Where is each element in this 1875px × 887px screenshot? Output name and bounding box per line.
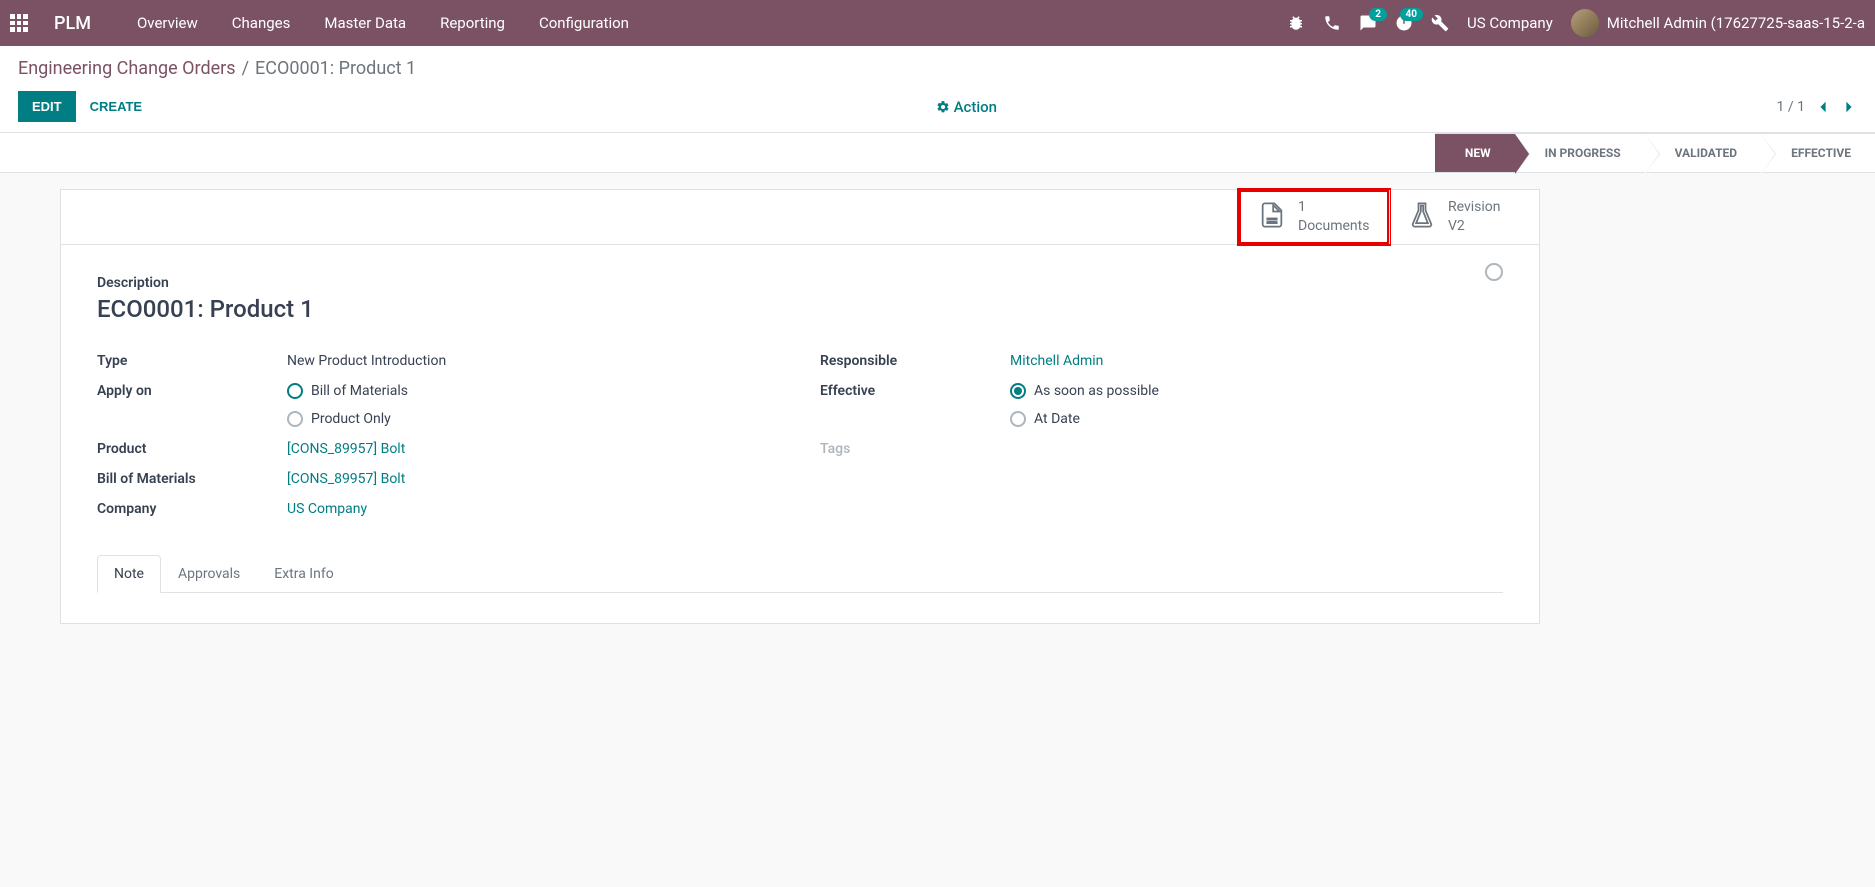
user-name: Mitchell Admin (17627725-saas-15-2-a <box>1607 14 1865 32</box>
edit-button[interactable]: EDIT <box>18 91 76 122</box>
document-icon <box>1258 201 1286 233</box>
revision-button[interactable]: Revision V2 <box>1389 190 1539 244</box>
product-value[interactable]: [CONS_89957] Bolt <box>287 441 780 457</box>
apply-on-product[interactable]: Product Only <box>287 411 780 427</box>
apps-icon[interactable] <box>10 14 28 32</box>
user-menu[interactable]: Mitchell Admin (17627725-saas-15-2-a <box>1571 9 1865 37</box>
radio-icon <box>1010 383 1026 399</box>
pager-text: 1 / 1 <box>1777 99 1805 115</box>
breadcrumb: Engineering Change Orders / ECO0001: Pro… <box>0 46 1875 87</box>
type-label: Type <box>97 353 287 369</box>
avatar <box>1571 9 1599 37</box>
stage-in-progress[interactable]: IN PROGRESS <box>1515 133 1645 172</box>
main-navbar: PLM Overview Changes Master Data Reporti… <box>0 0 1875 46</box>
apply-on-label: Apply on <box>97 383 287 399</box>
effective-asap[interactable]: As soon as possible <box>1010 383 1503 399</box>
activities-icon[interactable]: 40 <box>1395 14 1413 32</box>
effective-label: Effective <box>820 383 1010 399</box>
flask-icon <box>1408 201 1436 233</box>
bom-value[interactable]: [CONS_89957] Bolt <box>287 471 780 487</box>
responsible-value[interactable]: Mitchell Admin <box>1010 353 1503 369</box>
activities-badge: 40 <box>1400 8 1423 21</box>
tab-approvals[interactable]: Approvals <box>161 555 257 593</box>
responsible-label: Responsible <box>820 353 1010 369</box>
tab-note[interactable]: Note <box>97 555 161 593</box>
documents-button[interactable]: 1 Documents <box>1239 190 1389 244</box>
stage-validated[interactable]: VALIDATED <box>1645 133 1761 172</box>
nav-configuration[interactable]: Configuration <box>531 2 637 44</box>
pager-prev[interactable] <box>1815 99 1831 115</box>
product-label: Product <box>97 441 287 457</box>
nav-changes[interactable]: Changes <box>224 2 299 44</box>
description-label: Description <box>97 275 1503 291</box>
company-value[interactable]: US Company <box>287 501 780 517</box>
nav-reporting[interactable]: Reporting <box>432 2 513 44</box>
tags-label: Tags <box>820 441 1010 457</box>
debug-icon[interactable] <box>1287 14 1305 32</box>
revision-label: Revision <box>1448 198 1501 217</box>
create-button[interactable]: CREATE <box>76 91 156 122</box>
stage-new[interactable]: NEW <box>1435 133 1515 172</box>
messages-badge: 2 <box>1369 8 1387 21</box>
tools-icon[interactable] <box>1431 14 1449 32</box>
radio-icon <box>287 411 303 427</box>
messages-icon[interactable]: 2 <box>1359 14 1377 32</box>
bom-label: Bill of Materials <box>97 471 287 487</box>
notebook-tabs: Note Approvals Extra Info <box>97 555 1503 593</box>
revision-value: V2 <box>1448 217 1501 236</box>
effective-at-date[interactable]: At Date <box>1010 411 1503 427</box>
company-label: Company <box>97 501 287 517</box>
pager-next[interactable] <box>1841 99 1857 115</box>
stage-effective[interactable]: EFFECTIVE <box>1761 133 1875 172</box>
tab-extra-info[interactable]: Extra Info <box>257 555 350 593</box>
breadcrumb-current: ECO0001: Product 1 <box>255 58 416 79</box>
type-value: New Product Introduction <box>287 353 780 369</box>
record-title: ECO0001: Product 1 <box>97 295 1503 323</box>
status-bar: NEW IN PROGRESS VALIDATED EFFECTIVE <box>0 133 1875 173</box>
app-name: PLM <box>54 13 91 34</box>
radio-icon <box>287 383 303 399</box>
apply-on-bom[interactable]: Bill of Materials <box>287 383 780 399</box>
nav-overview[interactable]: Overview <box>129 2 206 44</box>
radio-icon <box>1010 411 1026 427</box>
nav-master-data[interactable]: Master Data <box>316 2 414 44</box>
documents-count: 1 <box>1298 198 1369 217</box>
action-dropdown[interactable]: Action <box>936 98 997 116</box>
kanban-state-button[interactable] <box>1485 263 1503 281</box>
phone-icon[interactable] <box>1323 14 1341 32</box>
documents-label: Documents <box>1298 217 1369 236</box>
breadcrumb-parent[interactable]: Engineering Change Orders <box>18 58 236 79</box>
company-switcher[interactable]: US Company <box>1467 14 1553 32</box>
